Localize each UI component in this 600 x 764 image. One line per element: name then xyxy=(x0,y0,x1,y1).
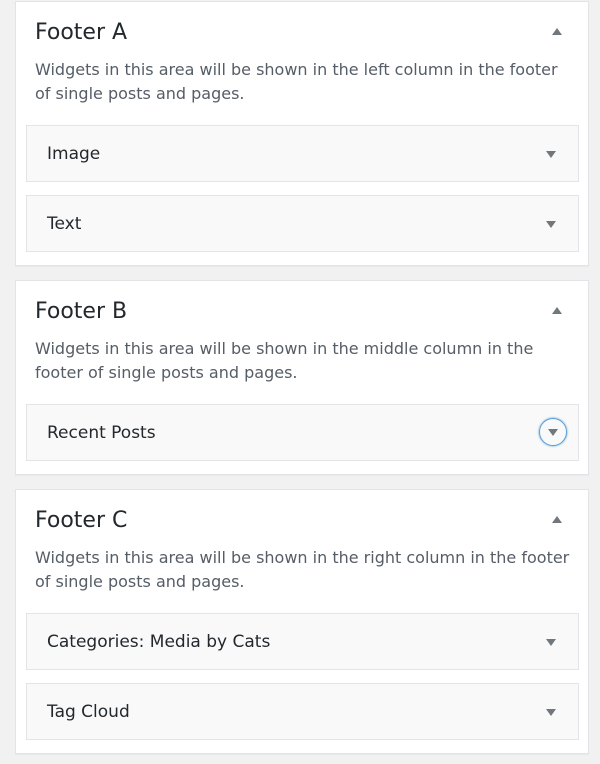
widget-title: Image xyxy=(47,142,100,166)
widget-title-text: Recent Posts xyxy=(47,423,156,443)
sidebar-description: Widgets in this area will be shown in th… xyxy=(35,548,570,591)
widget-instance-title: Media by Cats xyxy=(149,632,271,652)
widget-title-text: Tag Cloud xyxy=(47,702,130,722)
arrow-down-icon[interactable] xyxy=(546,709,556,716)
widget-list: Recent Posts xyxy=(26,404,579,474)
sidebar-title: Footer B xyxy=(35,299,128,324)
sidebar-panel-footer-a: Footer A Widgets in this area will be sh… xyxy=(15,1,589,266)
widget-image[interactable]: Image xyxy=(26,125,579,182)
arrow-up-icon[interactable] xyxy=(552,28,562,35)
widget-categories[interactable]: Categories: Media by Cats xyxy=(26,613,579,670)
widget-title: Tag Cloud xyxy=(47,700,130,724)
widget-title: Text xyxy=(47,212,81,236)
arrow-down-icon[interactable] xyxy=(546,151,556,158)
sidebar-panel-footer-b: Footer B Widgets in this area will be sh… xyxy=(15,280,589,475)
sidebar-title: Footer C xyxy=(35,508,128,533)
sidebar-description: Widgets in this area will be shown in th… xyxy=(35,339,534,382)
widget-title-text: Text xyxy=(47,214,82,234)
widget-recent-posts[interactable]: Recent Posts xyxy=(26,404,579,461)
sidebar-header[interactable]: Footer B xyxy=(16,281,588,333)
arrow-up-icon[interactable] xyxy=(552,516,562,523)
widget-title-text: Image xyxy=(47,144,101,164)
widget-title: Recent Posts xyxy=(47,421,156,445)
widget-tag-cloud[interactable]: Tag Cloud xyxy=(26,683,579,740)
widget-title: Categories: Media by Cats xyxy=(47,630,270,654)
sidebar-title: Footer A xyxy=(35,20,128,45)
widget-list: Categories: Media by Cats Tag Cloud xyxy=(26,613,579,753)
arrow-up-icon[interactable] xyxy=(552,307,562,314)
widget-text[interactable]: Text xyxy=(26,195,579,252)
sidebar-header[interactable]: Footer A xyxy=(16,2,588,54)
sidebar-header[interactable]: Footer C xyxy=(16,490,588,542)
sidebar-panel-footer-c: Footer C Widgets in this area will be sh… xyxy=(15,489,589,754)
arrow-down-icon[interactable] xyxy=(546,639,556,646)
arrow-down-icon[interactable] xyxy=(539,418,567,446)
arrow-down-icon[interactable] xyxy=(546,221,556,228)
widget-title-text: Categories: xyxy=(47,632,145,652)
widget-list: Image Text xyxy=(26,125,579,265)
sidebar-description: Widgets in this area will be shown in th… xyxy=(35,60,558,103)
